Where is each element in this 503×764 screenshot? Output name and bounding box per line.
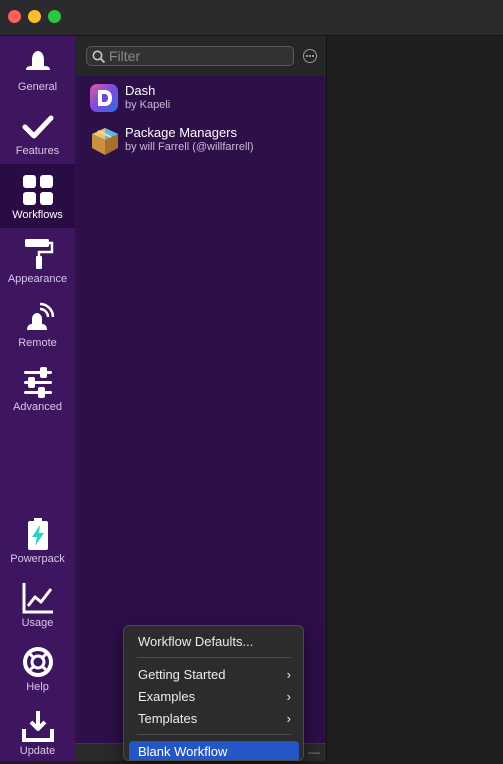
title-bar bbox=[0, 0, 503, 36]
menu-item-examples[interactable]: Examples › bbox=[129, 686, 299, 707]
workflow-name: Dash bbox=[125, 83, 156, 98]
menu-item-getting-started[interactable]: Getting Started › bbox=[129, 664, 299, 685]
menu-item-label: Workflow Defaults... bbox=[138, 634, 254, 649]
sidebar-item-label: General bbox=[17, 81, 58, 93]
chart-icon bbox=[21, 581, 55, 615]
sidebar-item-label: Features bbox=[15, 145, 60, 157]
sidebar-item-label: Workflows bbox=[12, 209, 63, 221]
workflow-author: by Kapeli bbox=[125, 99, 171, 111]
sidebar-item-label: Usage bbox=[21, 617, 54, 629]
lifebuoy-icon bbox=[21, 645, 55, 679]
sidebar-item-features[interactable]: Features bbox=[0, 100, 75, 164]
checkmark-icon bbox=[21, 109, 55, 143]
sidebar-item-label: Remote bbox=[18, 337, 57, 349]
sidebar-item-remote[interactable]: Remote bbox=[0, 292, 75, 356]
menu-item-label: Examples bbox=[138, 689, 196, 704]
search-input[interactable] bbox=[109, 48, 289, 64]
more-options-button[interactable] bbox=[303, 49, 317, 63]
sidebar-item-appearance[interactable]: Appearance bbox=[0, 228, 75, 292]
menu-separator bbox=[137, 657, 291, 658]
menu-item-label: Blank Workflow bbox=[138, 744, 228, 759]
menu-item-label: Getting Started bbox=[138, 667, 226, 682]
list-item[interactable]: Package Managers by will Farrell (@willf… bbox=[75, 120, 326, 162]
workflow-author: by will Farrell (@willfarrell) bbox=[125, 141, 254, 153]
list-item[interactable]: Dash by Kapeli bbox=[75, 78, 326, 120]
remove-workflow-button[interactable]: — bbox=[308, 745, 320, 759]
sidebar-item-label: Appearance bbox=[7, 273, 68, 285]
sidebar-item-label: Advanced bbox=[13, 401, 62, 413]
chevron-right-icon: › bbox=[286, 711, 291, 726]
search-icon bbox=[92, 50, 106, 69]
battery-bolt-icon bbox=[21, 517, 55, 551]
chevron-right-icon: › bbox=[286, 689, 291, 704]
sidebar-item-advanced[interactable]: Advanced bbox=[0, 356, 75, 420]
sliders-icon bbox=[21, 365, 55, 399]
add-workflow-menu: Workflow Defaults... Getting Started › E… bbox=[123, 625, 304, 761]
sidebar-item-workflows[interactable]: Workflows bbox=[0, 164, 75, 228]
menu-item-workflow-defaults[interactable]: Workflow Defaults... bbox=[129, 631, 299, 652]
preferences-window: General Features Workflows Appearance Re… bbox=[0, 0, 503, 761]
filter-field[interactable] bbox=[86, 46, 294, 66]
sidebar-item-label: Update bbox=[19, 745, 56, 757]
workflow-name: Package Managers bbox=[125, 125, 238, 140]
sidebar-item-label: Powerpack bbox=[10, 553, 65, 565]
zoom-window-button[interactable] bbox=[48, 10, 61, 23]
detail-pane bbox=[326, 36, 503, 761]
menu-separator bbox=[137, 734, 291, 735]
filter-bar bbox=[75, 36, 326, 76]
dash-app-icon bbox=[89, 83, 119, 113]
menu-item-blank-workflow[interactable]: Blank Workflow bbox=[129, 741, 299, 760]
sidebar-item-usage[interactable]: Usage bbox=[0, 572, 75, 636]
menu-item-templates[interactable]: Templates › bbox=[129, 708, 299, 729]
sidebar: General Features Workflows Appearance Re… bbox=[0, 36, 75, 761]
bowler-hat-icon bbox=[21, 45, 55, 79]
menu-item-label: Templates bbox=[138, 711, 198, 726]
chevron-right-icon: › bbox=[286, 667, 291, 682]
paint-roller-icon bbox=[21, 237, 55, 271]
sidebar-item-update[interactable]: Update bbox=[0, 700, 75, 764]
download-icon bbox=[21, 709, 55, 743]
close-window-button[interactable] bbox=[8, 10, 21, 23]
remote-icon bbox=[21, 301, 55, 335]
minimize-window-button[interactable] bbox=[28, 10, 41, 23]
grid-icon bbox=[21, 173, 55, 207]
sidebar-item-label: Help bbox=[26, 681, 49, 693]
package-box-icon bbox=[89, 125, 119, 155]
sidebar-item-help[interactable]: Help bbox=[0, 636, 75, 700]
sidebar-item-general[interactable]: General bbox=[0, 36, 75, 100]
sidebar-item-powerpack[interactable]: Powerpack bbox=[0, 508, 75, 572]
